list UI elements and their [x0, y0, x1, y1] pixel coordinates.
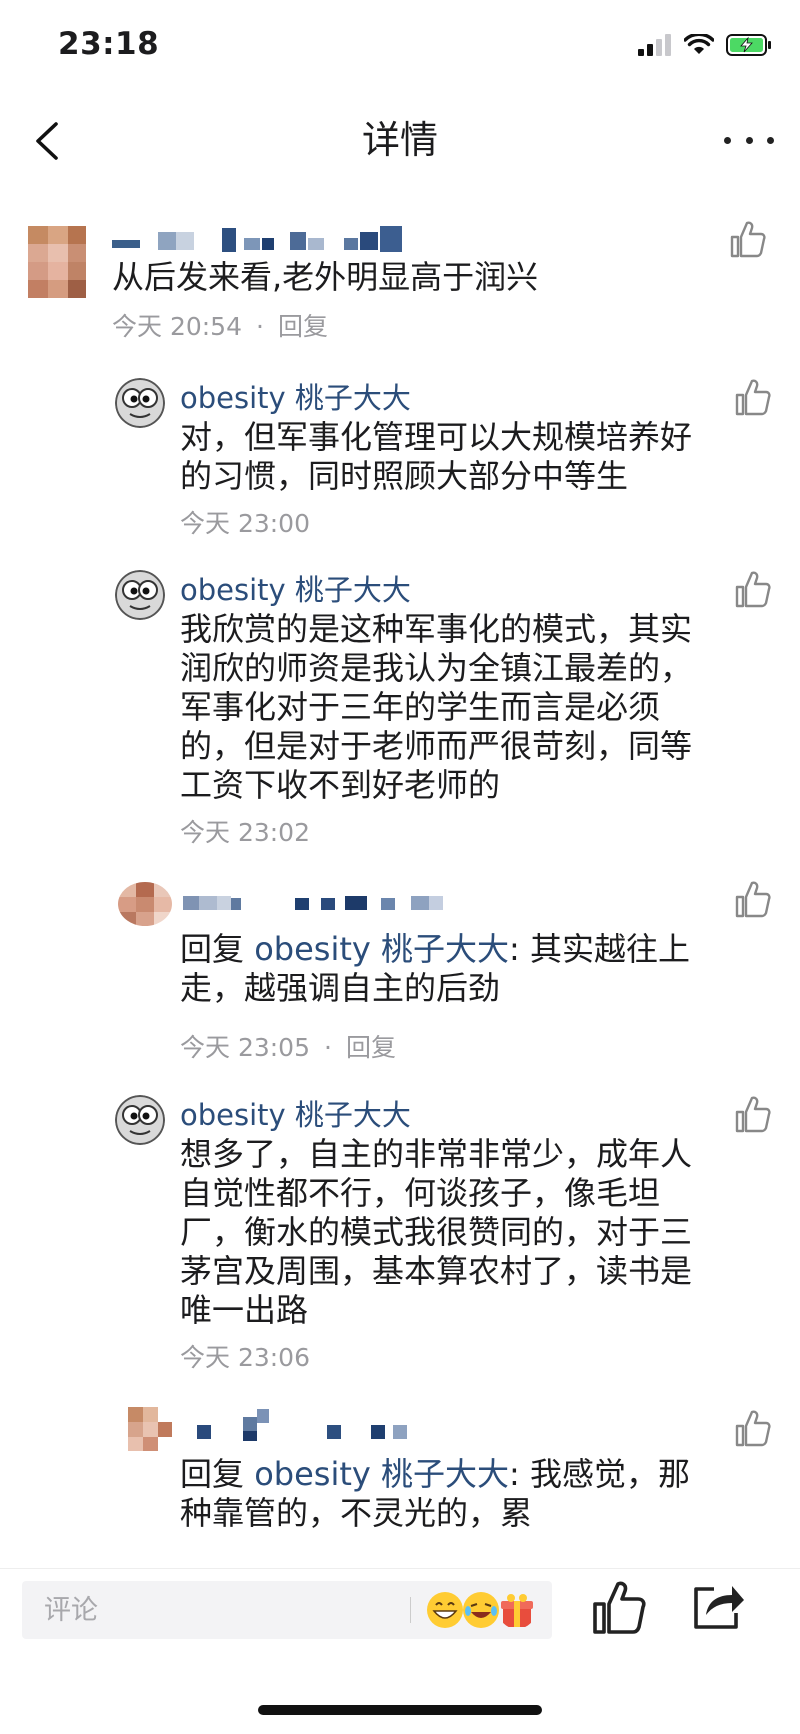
cartoon-face-icon	[115, 378, 165, 428]
thumbs-up-icon	[735, 571, 771, 608]
thumbs-up-icon	[593, 1581, 646, 1634]
thumbs-up-icon	[735, 1096, 771, 1133]
reply-button[interactable]: 回复	[346, 1033, 396, 1062]
comment-text: 回复 obesity 桃子大大: 其实越往上走，越强调自主的后劲	[180, 930, 708, 1008]
page-title: 详情	[361, 118, 438, 162]
bottom-bar	[0, 1568, 800, 1734]
comment-author[interactable]: obesity 桃子大大	[180, 380, 411, 416]
meta-separator: ·	[256, 312, 264, 341]
more-options-button[interactable]	[724, 118, 774, 162]
comment-author[interactable]: obesity 桃子大大	[180, 1097, 411, 1133]
home-indicator	[258, 1705, 542, 1715]
comment-text: 从后发来看,老外明显高于润兴	[112, 258, 539, 296]
avatar[interactable]	[115, 378, 165, 428]
nav-bar: 详情	[0, 96, 800, 188]
like-button[interactable]	[735, 880, 771, 918]
comment-time: 今天 20:54	[112, 312, 242, 341]
wifi-icon	[684, 34, 714, 54]
more-dot	[745, 136, 753, 144]
reply-to-author[interactable]: obesity 桃子大大	[254, 930, 509, 968]
thumbs-up-icon	[735, 1410, 771, 1447]
comment-meta: 今天 23:02	[180, 818, 310, 848]
battery-charging-icon	[726, 34, 771, 56]
like-button[interactable]	[735, 1409, 771, 1447]
reply-prefix: 回复	[180, 1455, 245, 1493]
status-icons	[638, 34, 772, 56]
comment-meta: 今天 23:05 · 回复	[180, 1033, 396, 1063]
comment-meta: 今天 20:54 · 回复	[112, 312, 328, 342]
comment-time: 今天 23:05	[180, 1033, 310, 1062]
comment-input-box[interactable]	[22, 1581, 552, 1639]
comment-meta: 今天 23:00	[180, 509, 310, 539]
cartoon-face-icon	[115, 570, 165, 620]
meta-separator: ·	[324, 1033, 332, 1062]
cartoon-face-icon	[115, 1095, 165, 1145]
share-icon	[694, 1586, 744, 1629]
avatar[interactable]	[115, 570, 165, 620]
reply-button[interactable]: 回复	[278, 312, 328, 341]
avatar[interactable]	[28, 226, 86, 298]
comment-text: 想多了，自主的非常非常少，成年人自觉性都不行，何谈孩子，像毛坦厂，衡水的模式我很…	[180, 1135, 693, 1329]
thumbs-up-icon	[735, 379, 771, 416]
share-button[interactable]	[692, 1581, 746, 1631]
comment-text: 回复 obesity 桃子大大: 我感觉，那种靠管的，不灵光的，累	[180, 1455, 708, 1533]
username-blurred[interactable]	[112, 226, 430, 254]
avatar[interactable]	[115, 1095, 165, 1145]
username-blurred[interactable]	[183, 894, 459, 922]
reply-to-author[interactable]: obesity 桃子大大	[254, 1455, 509, 1493]
comment-text: 我欣赏的是这种军事化的模式，其实润欣的师资是我认为全镇江最差的，军事化对于三年的…	[180, 610, 693, 804]
cellular-signal-icon	[638, 34, 671, 56]
like-button[interactable]	[735, 378, 771, 416]
status-time: 23:18	[58, 26, 160, 62]
status-bar: 23:18	[0, 0, 800, 96]
more-dot	[767, 136, 774, 144]
comment-text: 对，但军事化管理可以大规模培养好的习惯，同时照顾大部分中等生	[180, 418, 693, 495]
like-button[interactable]	[730, 220, 766, 258]
input-divider	[410, 1597, 411, 1623]
like-post-button[interactable]	[592, 1579, 646, 1635]
comment-input[interactable]	[22, 1581, 426, 1639]
username-blurred[interactable]	[197, 1407, 413, 1441]
laughing-tears-emoji-icon[interactable]	[462, 1591, 500, 1629]
comment-time: 今天 23:06	[180, 1343, 310, 1372]
like-button[interactable]	[735, 1095, 771, 1133]
avatar[interactable]	[118, 882, 172, 926]
thumbs-up-icon	[730, 221, 766, 258]
grinning-emoji-icon[interactable]	[426, 1591, 464, 1629]
comment-meta: 今天 23:06	[180, 1343, 310, 1373]
reply-prefix: 回复	[180, 930, 245, 968]
comment-time: 今天 23:00	[180, 509, 310, 538]
more-dot	[724, 136, 731, 144]
gift-emoji-icon[interactable]	[498, 1591, 536, 1629]
like-button[interactable]	[735, 570, 771, 608]
avatar[interactable]	[128, 1407, 172, 1451]
thumbs-up-icon	[735, 881, 771, 918]
comment-time: 今天 23:02	[180, 818, 310, 847]
comment-author[interactable]: obesity 桃子大大	[180, 572, 411, 608]
